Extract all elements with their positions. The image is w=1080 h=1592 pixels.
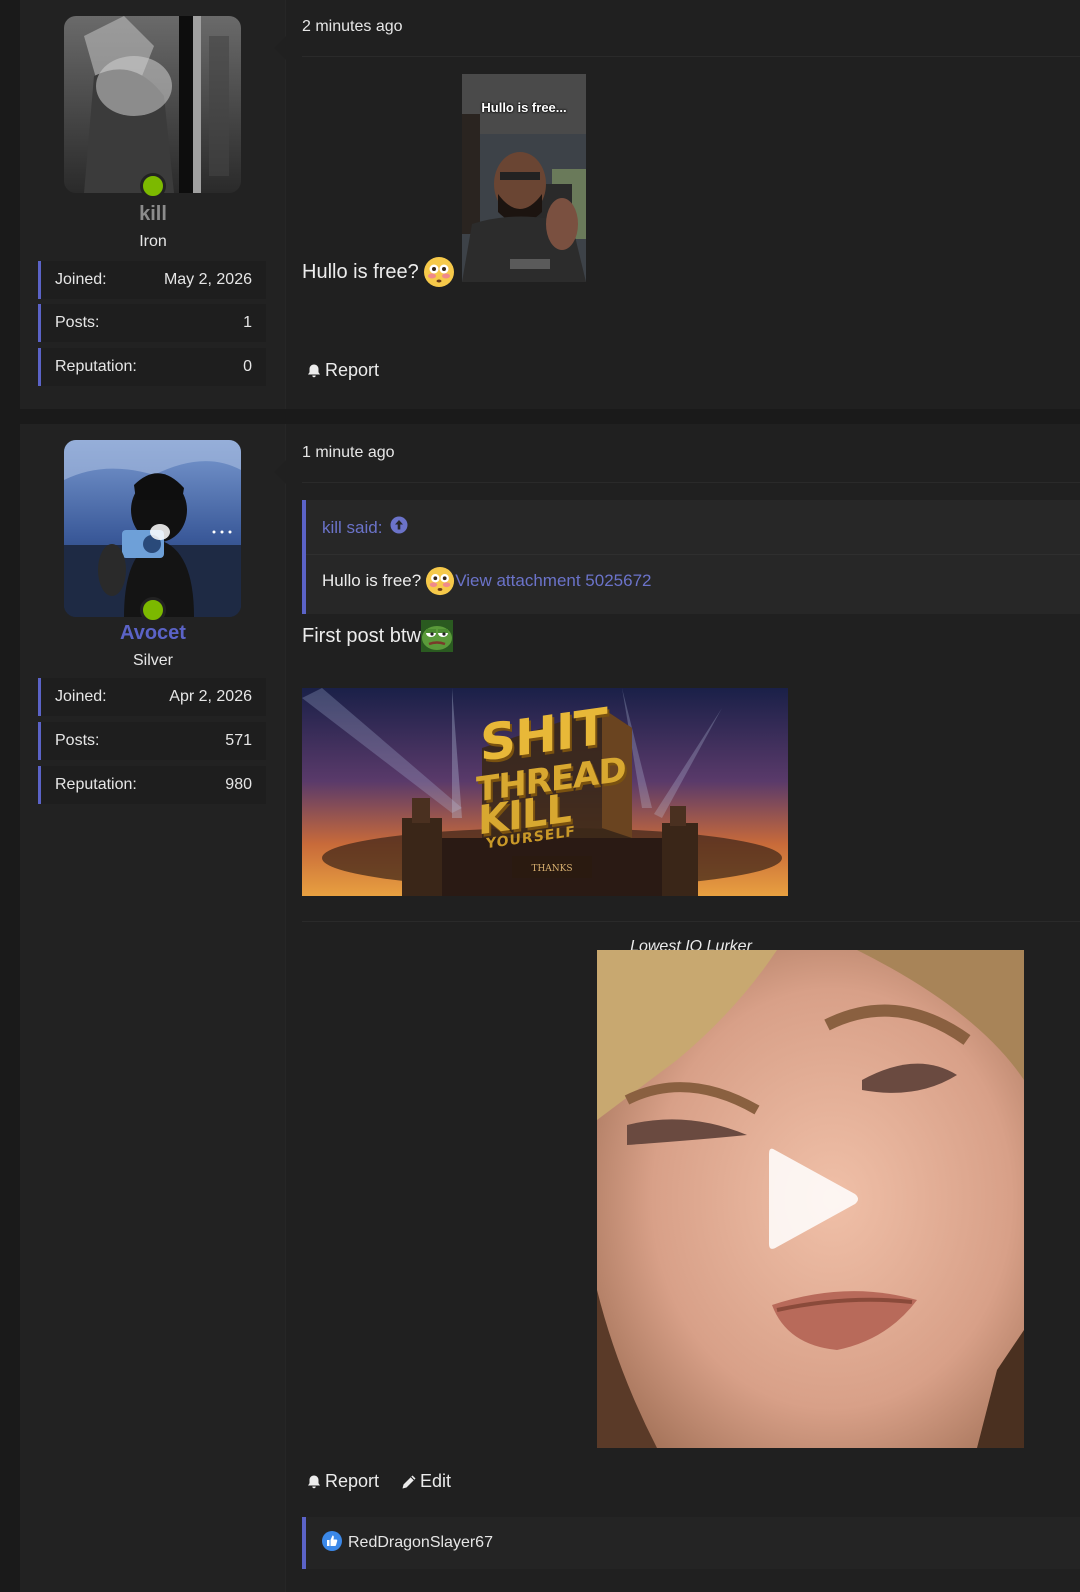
stat-joined: Joined: May 2, 2026 (38, 261, 266, 299)
flushed-emoji-icon (425, 566, 455, 596)
report-label: Report (325, 1471, 380, 1491)
avatar[interactable] (64, 440, 241, 623)
signature-divider (302, 921, 1080, 922)
stat-value: 980 (225, 776, 252, 793)
stat-posts: Posts: 571 (38, 722, 266, 760)
stat-value: 1 (243, 314, 252, 331)
play-icon[interactable] (769, 1146, 859, 1257)
stat-label: Posts: (55, 732, 100, 749)
panel-arrow (274, 36, 286, 60)
stat-reputation: Reputation: 980 (38, 766, 266, 804)
online-status-indicator (140, 173, 166, 199)
report-button[interactable]: Report (306, 1471, 379, 1492)
user-info-panel: kill Iron Joined: May 2, 2026 Posts: 1 R… (20, 0, 286, 409)
stat-label: Posts: (55, 314, 100, 331)
stat-label: Reputation: (55, 776, 137, 793)
flushed-emoji-icon (423, 256, 455, 288)
signature-video[interactable] (597, 950, 1024, 1448)
edit-button[interactable]: Edit (401, 1471, 451, 1492)
view-attachment-link[interactable]: View attachment 5025672 (455, 571, 651, 591)
stat-value: May 2, 2026 (163, 271, 252, 288)
stat-posts: Posts: 1 (38, 304, 266, 342)
post: Avocet Silver Joined: Apr 2, 2026 Posts:… (20, 424, 1080, 1592)
report-button[interactable]: Report (306, 360, 379, 381)
post-text: Hullo is free? (302, 260, 419, 283)
stat-value: 571 (225, 732, 252, 749)
pencil-icon (401, 1474, 417, 1490)
username[interactable]: kill (20, 203, 286, 226)
stat-value: Apr 2, 2026 (169, 688, 252, 705)
divider (302, 56, 1080, 57)
divider (306, 554, 1080, 555)
stat-label: Reputation: (55, 358, 137, 375)
stat-label: Joined: (55, 688, 107, 705)
divider (302, 482, 1080, 483)
stat-label: Joined: (55, 271, 107, 288)
bell-icon (306, 363, 322, 379)
reactions-bar[interactable]: RedDragonSlayer67 (302, 1517, 1080, 1569)
post-body: Hullo is free? (302, 256, 455, 288)
quote-author: kill said: (322, 517, 383, 537)
quote-block: kill said: Hullo is free? View attachmen… (302, 500, 1080, 614)
post-body: First post btw (302, 620, 453, 652)
post: kill Iron Joined: May 2, 2026 Posts: 1 R… (20, 0, 1080, 409)
video-thumbnail[interactable]: Hullo is free... (462, 74, 586, 282)
username[interactable]: Avocet (20, 622, 286, 645)
thumbs-up-icon (322, 1530, 342, 1556)
quote-text: Hullo is free? (322, 571, 422, 590)
reaction-username[interactable]: RedDragonSlayer67 (348, 1534, 493, 1552)
banner-text-thanks: THANKS (531, 864, 573, 874)
attached-image[interactable]: SHIT THREAD KILL YOURSELF THANKS (302, 688, 788, 896)
user-info-panel: Avocet Silver Joined: Apr 2, 2026 Posts:… (20, 424, 286, 1592)
pepe-emoji-icon (420, 620, 453, 652)
stat-value: 0 (243, 358, 252, 375)
message-panel: 1 minute ago kill said: Hullo is free? V… (274, 424, 1080, 1592)
message-panel: 2 minutes ago Hullo is free? Hullo is fr… (274, 0, 1080, 409)
arrow-up-circle-icon[interactable] (390, 516, 408, 539)
edit-label: Edit (420, 1471, 452, 1491)
post-timestamp[interactable]: 1 minute ago (302, 444, 395, 462)
post-text: First post btw (302, 624, 421, 647)
online-status-indicator (140, 597, 166, 623)
report-label: Report (325, 360, 380, 380)
bell-icon (306, 1474, 322, 1490)
quote-body: Hullo is free? View attachment 5025672 (322, 566, 652, 596)
avatar[interactable] (64, 16, 241, 199)
user-rank: Silver (132, 652, 173, 669)
stat-joined: Joined: Apr 2, 2026 (38, 678, 266, 716)
user-rank: Iron (139, 233, 167, 250)
post-timestamp[interactable]: 2 minutes ago (302, 18, 403, 36)
stat-reputation: Reputation: 0 (38, 348, 266, 386)
quote-header[interactable]: kill said: (322, 516, 408, 539)
thumbnail-caption: Hullo is free... (481, 100, 567, 115)
panel-arrow (274, 460, 286, 484)
